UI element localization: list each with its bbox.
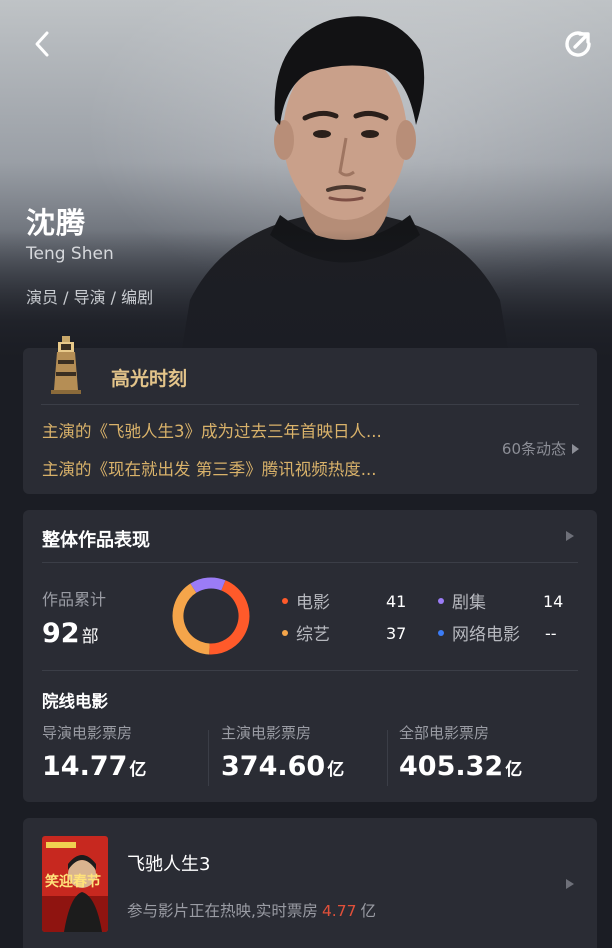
legend-item-web-movie: 网络电影 — [438, 620, 520, 645]
caret-right-icon[interactable] — [565, 530, 575, 542]
legend-item-series: 剧集 — [438, 588, 486, 613]
divider — [208, 730, 209, 786]
highlight-item[interactable]: 主演的《现在就出发 第三季》腾讯视频热度... — [42, 456, 462, 480]
caret-right-icon — [566, 879, 574, 889]
highlight-item[interactable]: 主演的《飞驰人生3》成为过去三年首映日人... — [42, 418, 462, 442]
legend-dot — [438, 629, 444, 636]
legend-item-movie: 电影 — [282, 588, 330, 613]
divider — [42, 670, 578, 671]
actor-name-en: Teng Shen — [26, 244, 114, 264]
highlight-title: 高光时刻 — [111, 368, 188, 390]
share-button[interactable] — [558, 24, 598, 64]
more-dynamics-label: 60条动态 — [501, 440, 566, 458]
legend-value-variety: 37 — [386, 624, 407, 643]
profile-hero: 沈腾 Teng Shen 演员 / 导演 / 编剧 — [0, 0, 612, 360]
works-donut-chart — [172, 577, 250, 655]
movie-poster[interactable]: 笑迎春节 — [42, 836, 108, 932]
total-works-value: 92 部 — [42, 618, 99, 649]
actor-name-cn: 沈腾 — [26, 206, 87, 240]
divider — [387, 730, 388, 786]
divider — [42, 562, 578, 563]
legend-dot — [438, 597, 444, 604]
legend-value-movie: 41 — [386, 592, 407, 611]
legend-item-variety: 综艺 — [282, 620, 330, 645]
back-button[interactable] — [22, 24, 62, 64]
lighthouse-icon — [51, 336, 81, 394]
movie-box-office-status: 参与影片正在热映,实时票房 4.77 亿 — [127, 902, 376, 920]
chevron-left-icon — [35, 31, 49, 57]
legend-dot — [282, 629, 288, 636]
divider — [41, 404, 579, 405]
box-office-lead: 主演电影票房 374.60 亿 — [221, 724, 345, 782]
box-office-director: 导演电影票房 14.77 亿 — [42, 724, 147, 782]
caret-right-icon — [572, 443, 579, 454]
more-dynamics-link[interactable]: 60条动态 — [502, 438, 579, 459]
total-works-label: 作品累计 — [42, 590, 107, 609]
now-showing-movie-card[interactable]: 笑迎春节 飞驰人生3 参与影片正在热映,实时票房 4.77 亿 — [23, 818, 597, 948]
poster-text: 笑迎春节 — [45, 873, 101, 890]
legend-dot — [282, 597, 288, 604]
legend-value-web-movie: -- — [545, 624, 557, 643]
works-performance-card: 整体作品表现 作品累计 92 部 电影 41 剧集 14 综艺 37 网络电影 -… — [23, 510, 597, 802]
highlight-card[interactable]: 高光时刻 主演的《飞驰人生3》成为过去三年首映日人... 主演的《现在就出发 第… — [23, 336, 597, 494]
movie-title: 飞驰人生3 — [127, 854, 211, 875]
legend-value-series: 14 — [543, 592, 564, 611]
cinema-movies-title: 院线电影 — [42, 692, 108, 711]
works-title: 整体作品表现 — [42, 530, 150, 551]
actor-roles: 演员 / 导演 / 编剧 — [26, 288, 154, 307]
box-office-total: 全部电影票房 405.32 亿 — [399, 724, 523, 782]
share-icon — [565, 31, 591, 57]
